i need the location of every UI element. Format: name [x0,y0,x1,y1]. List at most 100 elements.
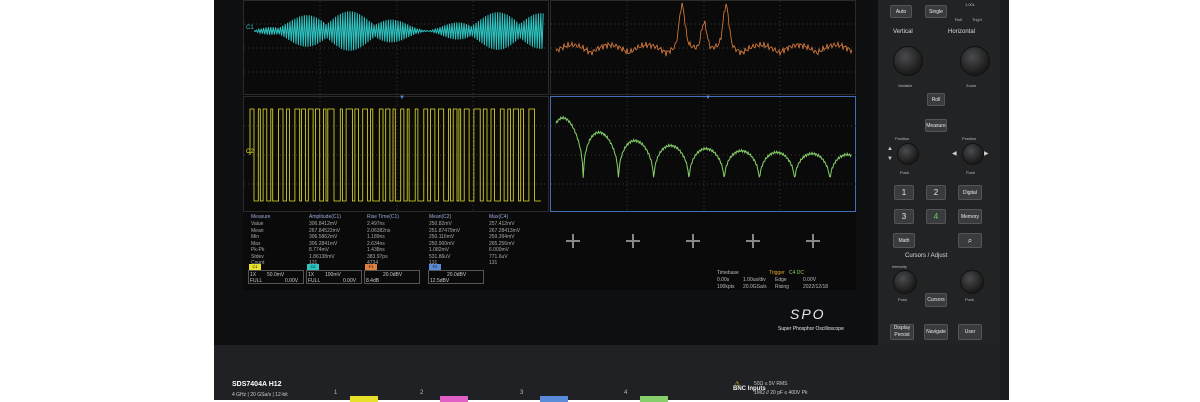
left-arrow-icon[interactable]: ◀ [952,150,957,157]
measurement-cell: 267.28413mV [489,227,521,234]
measurement-row: Value 306.8412mV 2.497ns 250.82mV 257.412mV [247,221,547,227]
trigger-slope: Rising [775,284,789,290]
measurement-cell: 306.2841mV [309,240,338,247]
bnc-rating-1mohm: 1MΩ // 20 pF ≤ 400V Pk [754,390,808,396]
single-button[interactable]: Single [925,5,947,18]
push-label-adjust: Push [965,297,975,302]
add-icon[interactable] [746,234,760,248]
channel-3-button[interactable]: 3 [894,209,914,224]
digital-button[interactable]: Digital [958,185,982,200]
auto-button[interactable]: Auto [890,5,912,18]
navigate-button[interactable]: Navigate [924,324,948,340]
math-button[interactable]: Math [893,233,915,248]
channel-box-value: 20.0dBV [383,272,403,278]
channel-badge: C2 [307,264,319,270]
zoom-label: Zoom [966,83,977,88]
channel-status-box[interactable]: C1 1X 50.0mV FULL 0.00V [248,264,304,284]
channel-status-box[interactable]: C2 1X 100mV FULL 0.00V [306,264,362,284]
roll-mode-label: Roll [955,17,962,22]
measurement-cell: 250.116mV [429,234,455,240]
measurement-cell: Pk-Pk [251,247,265,253]
timebase-delay: 0.00s [717,277,730,283]
measurement-cell: Max [251,240,261,247]
channel-4-button[interactable]: 4 [926,209,946,224]
measurement-cell: 771.6uV [489,253,508,260]
waveform-pane-ch2[interactable]: C2 ▼ [243,95,550,213]
measurement-cell: 306.5862mV [309,234,338,240]
channel-badge: F1 [365,264,377,270]
display-persist-button[interactable]: Display Persist [890,324,914,340]
push-label-left: Push [900,170,910,175]
channel-badge: C1 [249,264,261,270]
measurement-cell: Stdev [251,253,264,260]
up-arrow-icon[interactable]: ▲ [887,146,893,152]
measurement-cell: 2.06382ns [367,227,391,234]
measurement-cell: 251.87479mV [429,227,461,234]
cursors-button[interactable]: Cursors [925,293,947,307]
channel-number-3: 3 [520,390,524,396]
trigger-marker: ▼ [399,95,405,101]
measurement-header-cell: Max(C4) [489,214,509,220]
search-button[interactable]: ⌕ [958,233,982,248]
search-icon: ⌕ [967,236,973,245]
waveform-pane-ch4[interactable]: ▼ [550,95,856,213]
horizontal-zoom-knob[interactable] [960,46,990,76]
date: 2022/12/18 [803,284,829,290]
spo-logo: SPO [790,306,826,322]
add-icon[interactable] [686,234,700,248]
vertical-variable-knob[interactable] [893,46,923,76]
measurement-row: Min 306.5862mV 1.189ns 250.116mV 259.394mV [247,234,547,240]
front-lower-panel [214,345,1000,400]
roll-button[interactable]: Roll [927,93,945,106]
top-right-label: 1.00L [965,2,976,7]
channel-2-button[interactable]: 2 [926,185,946,200]
measurement-cell: Value [251,221,264,227]
down-arrow-icon[interactable]: ▼ [887,156,893,162]
add-icon[interactable] [806,234,820,248]
cursors-adjust-label: Cursors / Adjust [905,253,948,259]
timebase-label: Timebase [717,270,739,276]
channel-box-value: 100mV [325,272,341,278]
user-button[interactable]: User [958,324,982,340]
adjust-knob[interactable] [960,270,984,294]
measurement-row: Max 306.2841mV 2.634ns 250.900mV 265.256mV [247,241,547,247]
channel-1-button[interactable]: 1 [894,185,914,200]
channel-box-value: 12.5dBV [430,278,450,284]
channel-3-input-color [540,396,568,402]
channel-box-value: 20.0dBV [447,272,467,278]
channel-box-value: 0.00V [285,278,299,284]
channel-2-input-color [440,396,468,402]
horizontal-position-knob[interactable] [962,143,984,165]
measurement-cell: 1.082mV [429,247,450,253]
waveform-pane-ch1[interactable]: C1 [243,0,550,96]
intensity-knob[interactable] [893,270,917,294]
add-icon[interactable] [626,234,640,248]
measurement-cell: 531.86uV [429,253,451,260]
measurement-row: Stdev 1.86138mV 383.97ps 531.86uV 771.6uV [247,254,547,260]
channel-status-box[interactable]: F2 20.0dBV 12.5dBV [428,264,484,284]
vertical-position-label: Position [895,136,910,141]
measure-button[interactable]: Measure [925,119,947,132]
ch2-waveform-plot [244,97,550,213]
empty-slot-crosses [548,218,853,268]
bnc-rating-50ohm: 50Ω ≤ 5V RMS [754,381,788,387]
channel-box-value: 0.00V [343,278,357,284]
channel-number-1: 1 [334,390,338,396]
measurement-cell: 267.84522mV [309,227,341,234]
measurement-header-row: Measure Amplitude(C1) Rise Time(C1) Mean(C2… [247,214,547,220]
waveform-pane-fft[interactable] [550,0,856,96]
vertical-position-knob[interactable] [897,143,919,165]
measurement-cell: 383.97ps [367,253,388,260]
horizontal-section-label: Horizontal [948,29,976,35]
channel-status-box[interactable]: F1 20.0dBV 8.4dB [364,264,420,284]
add-icon[interactable] [566,234,580,248]
measurement-cell: Min [251,234,260,240]
measurement-header-cell: Amplitude(C1) [309,214,341,220]
channel-1-input-color [350,396,378,402]
memory-button[interactable]: Memory [958,209,982,224]
ch4-waveform-plot [551,97,856,213]
measurement-row: Pk-Pk 8.774mV 1.438ns 1.082mV 6.000mV [247,247,547,253]
ch1-marker: C1 [246,25,254,31]
spo-tagline: Super Phosphor Oscilloscope [778,326,844,332]
right-arrow-icon[interactable]: ▶ [984,150,989,157]
